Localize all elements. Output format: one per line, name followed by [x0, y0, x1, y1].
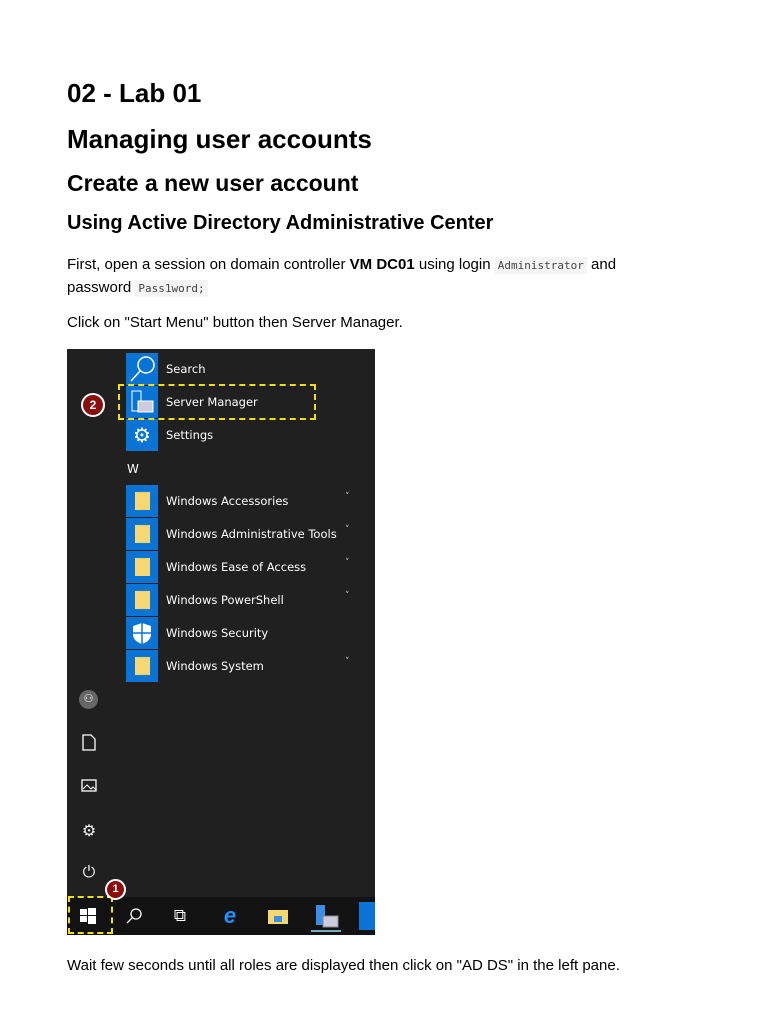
menu-item-windows-ease-of-access[interactable]: Windows Ease of Access ˅: [126, 551, 371, 583]
menu-item-windows-administrative-tools[interactable]: Windows Administrative Tools ˅: [126, 518, 371, 550]
folder-icon: [126, 518, 158, 550]
gear-icon: ⚙: [126, 419, 158, 451]
step-badge-1: 1: [105, 879, 126, 900]
folder-icon: [126, 551, 158, 583]
vm-name: VM DC01: [349, 256, 415, 273]
label: Settings: [166, 428, 214, 442]
menu-item-windows-security[interactable]: Windows Security: [126, 617, 371, 649]
lab-title: 02 - Lab 01: [67, 78, 202, 108]
section-letter: W: [127, 462, 139, 476]
menu-item-windows-system[interactable]: Windows System ˅: [126, 650, 371, 682]
label: Windows System: [166, 659, 264, 673]
highlight-start-button: [68, 896, 113, 934]
documents-icon[interactable]: [80, 734, 98, 756]
task-view-icon[interactable]: ⧉: [165, 902, 195, 930]
label: Windows Accessories: [166, 494, 289, 508]
taskbar: ⧉ e: [67, 897, 375, 935]
chevron-down-icon[interactable]: ˅: [345, 492, 350, 502]
settings-gear-icon[interactable]: ⚙: [80, 821, 98, 841]
instruction-login: First, open a session on domain controll…: [67, 254, 667, 300]
instruction-ad-ds: Wait few seconds until all roles are dis…: [67, 957, 620, 974]
power-icon[interactable]: ⏻: [80, 864, 98, 882]
method-title: Using Active Directory Administrative Ce…: [67, 212, 494, 234]
step-badge-2: 2: [81, 393, 105, 417]
label: Windows PowerShell: [166, 593, 284, 607]
label: Windows Administrative Tools: [166, 527, 337, 541]
chevron-down-icon[interactable]: ˅: [345, 525, 350, 535]
ad-users-icon[interactable]: [359, 902, 375, 930]
chevron-down-icon[interactable]: ˅: [345, 591, 350, 601]
password-code: Pass1word;: [135, 280, 208, 297]
server-manager-taskbar-icon[interactable]: [311, 902, 341, 932]
shield-icon: [126, 617, 158, 649]
user-avatar-icon[interactable]: ⚇: [79, 690, 98, 709]
folder-icon: [126, 485, 158, 517]
start-menu-screenshot: Search Server Manager ⚙ Settings 2 W Wind…: [67, 349, 375, 935]
menu-item-search[interactable]: Search: [126, 353, 371, 385]
folder-icon: [126, 650, 158, 682]
highlight-server-manager: [118, 384, 316, 420]
label: Windows Security: [166, 626, 269, 640]
label: Search: [166, 362, 206, 376]
menu-item-windows-accessories[interactable]: Windows Accessories ˅: [126, 485, 371, 517]
search-icon: [126, 353, 158, 385]
text: using login: [414, 256, 495, 273]
search-icon[interactable]: [119, 902, 149, 930]
file-explorer-icon[interactable]: [263, 902, 293, 930]
internet-explorer-icon[interactable]: e: [215, 902, 245, 930]
login-code: Administrator: [494, 257, 587, 274]
folder-icon: [126, 584, 158, 616]
menu-item-windows-powershell[interactable]: Windows PowerShell ˅: [126, 584, 371, 616]
subsection-title: Create a new user account: [67, 170, 359, 196]
pictures-icon[interactable]: [80, 779, 98, 797]
instruction-start-menu: Click on "Start Menu" button then Server…: [67, 314, 403, 331]
chevron-down-icon[interactable]: ˅: [345, 558, 350, 568]
section-title: Managing user accounts: [67, 124, 372, 154]
label: Windows Ease of Access: [166, 560, 307, 574]
menu-item-settings[interactable]: ⚙ Settings: [126, 419, 371, 451]
text: First, open a session on domain controll…: [67, 256, 350, 273]
chevron-down-icon[interactable]: ˅: [345, 657, 350, 667]
